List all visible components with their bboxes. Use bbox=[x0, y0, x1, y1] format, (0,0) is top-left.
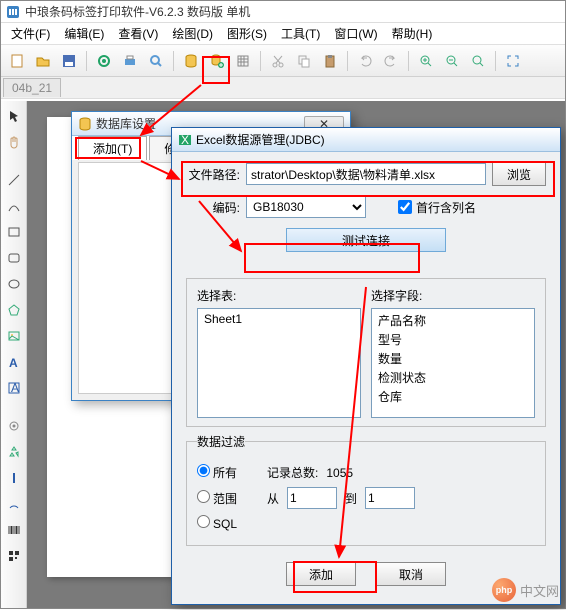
app-icon bbox=[5, 4, 21, 20]
open-icon[interactable] bbox=[31, 49, 55, 73]
pointer-icon[interactable] bbox=[3, 105, 25, 127]
menu-file[interactable]: 文件(F) bbox=[5, 23, 56, 44]
db-icon bbox=[78, 117, 92, 131]
fullscreen-icon[interactable] bbox=[501, 49, 525, 73]
path-input[interactable] bbox=[246, 163, 486, 185]
first-row-checkbox[interactable]: 首行含列名 bbox=[398, 199, 476, 216]
main-toolbar bbox=[1, 45, 565, 77]
svg-text:X: X bbox=[181, 133, 189, 147]
menu-draw[interactable]: 绘图(D) bbox=[166, 23, 219, 44]
redo-icon[interactable] bbox=[379, 49, 403, 73]
recycle-icon[interactable] bbox=[3, 441, 25, 463]
browse-button[interactable]: 浏览 bbox=[492, 162, 546, 186]
list-item[interactable]: Sheet1 bbox=[200, 311, 358, 327]
curve-icon[interactable] bbox=[3, 195, 25, 217]
dialog-title-bar[interactable]: X Excel数据源管理(JDBC) bbox=[172, 128, 560, 152]
menu-view[interactable]: 查看(V) bbox=[112, 23, 164, 44]
table-listbox[interactable]: Sheet1 bbox=[197, 308, 361, 418]
app-title-bar: 中琅条码标签打印软件-V6.2.3 数码版 单机 bbox=[1, 1, 565, 23]
vline-icon[interactable] bbox=[3, 467, 25, 489]
zoom-out-icon[interactable] bbox=[440, 49, 464, 73]
svg-text:A: A bbox=[11, 381, 19, 395]
encoding-select[interactable]: GB18030 bbox=[246, 196, 366, 218]
dialog-title: 数据库设置 bbox=[96, 115, 156, 132]
list-item[interactable]: 仓库 bbox=[374, 387, 532, 406]
svg-text:A: A bbox=[9, 356, 18, 369]
table-field-selector: 选择表: Sheet1 选择字段: 产品名称 型号 数量 检测状态 仓库 bbox=[186, 278, 546, 427]
roundrect-icon[interactable] bbox=[3, 247, 25, 269]
qrcode-icon[interactable] bbox=[3, 545, 25, 567]
from-label: 从 bbox=[267, 490, 279, 507]
paste-icon[interactable] bbox=[318, 49, 342, 73]
polygon-icon[interactable] bbox=[3, 299, 25, 321]
encoding-label: 编码: bbox=[186, 199, 240, 216]
zoom-in-icon[interactable] bbox=[414, 49, 438, 73]
ellipse-icon[interactable] bbox=[3, 273, 25, 295]
menu-help[interactable]: 帮助(H) bbox=[386, 23, 439, 44]
path-label: 文件路径: bbox=[186, 166, 240, 183]
select-table-label: 选择表: bbox=[197, 287, 361, 304]
list-item[interactable]: 检测状态 bbox=[374, 368, 532, 387]
watermark-text: 中文网 bbox=[520, 581, 559, 600]
grid-icon[interactable] bbox=[231, 49, 255, 73]
menu-window[interactable]: 窗口(W) bbox=[328, 23, 383, 44]
tab-add[interactable]: 添加(T) bbox=[78, 136, 147, 160]
select-fields-label: 选择字段: bbox=[371, 287, 535, 304]
hand-icon[interactable] bbox=[3, 131, 25, 153]
save-icon[interactable] bbox=[57, 49, 81, 73]
watermark-logo: php bbox=[492, 578, 516, 602]
image-icon[interactable] bbox=[3, 325, 25, 347]
db-add-icon[interactable] bbox=[205, 49, 229, 73]
menu-shape[interactable]: 图形(S) bbox=[221, 23, 273, 44]
side-toolbar: A A bbox=[1, 101, 27, 608]
watermark: php 中文网 bbox=[492, 578, 559, 602]
rect-icon[interactable] bbox=[3, 221, 25, 243]
filter-legend: 数据过滤 bbox=[197, 433, 245, 450]
data-filter-group: 数据过滤 所有 记录总数: 1055 范围 从 到 SQL bbox=[186, 433, 546, 546]
list-item[interactable]: 数量 bbox=[374, 349, 532, 368]
preview-icon[interactable] bbox=[144, 49, 168, 73]
total-value: 1055 bbox=[326, 466, 353, 480]
settings-icon[interactable] bbox=[92, 49, 116, 73]
doc-tab[interactable]: 04b_21 bbox=[3, 78, 61, 97]
dialog-title: Excel数据源管理(JDBC) bbox=[196, 131, 325, 148]
gear-icon[interactable] bbox=[3, 415, 25, 437]
text-icon[interactable]: A bbox=[3, 351, 25, 373]
excel-icon: X bbox=[178, 133, 192, 147]
undo-icon[interactable] bbox=[353, 49, 377, 73]
print-icon[interactable] bbox=[118, 49, 142, 73]
menu-edit[interactable]: 编辑(E) bbox=[58, 23, 110, 44]
list-item[interactable]: 产品名称 bbox=[374, 311, 532, 330]
arc-icon[interactable] bbox=[3, 493, 25, 515]
cut-icon[interactable] bbox=[266, 49, 290, 73]
document-tabs: 04b_21 bbox=[1, 77, 565, 99]
zoom-fit-icon[interactable] bbox=[466, 49, 490, 73]
cancel-button[interactable]: 取消 bbox=[376, 562, 446, 586]
test-connection-button[interactable]: 测试连接 bbox=[286, 228, 446, 252]
menu-tool[interactable]: 工具(T) bbox=[275, 23, 326, 44]
excel-jdbc-dialog: X Excel数据源管理(JDBC) 文件路径: 浏览 编码: GB18030 … bbox=[171, 127, 561, 605]
total-label: 记录总数: bbox=[267, 464, 318, 481]
add-button[interactable]: 添加 bbox=[286, 562, 356, 586]
menu-bar: 文件(F) 编辑(E) 查看(V) 绘图(D) 图形(S) 工具(T) 窗口(W… bbox=[1, 23, 565, 45]
radio-sql[interactable]: SQL bbox=[197, 515, 237, 531]
to-input[interactable] bbox=[365, 487, 415, 509]
copy-icon[interactable] bbox=[292, 49, 316, 73]
radio-range[interactable]: 范围 bbox=[197, 490, 237, 507]
barcode-icon[interactable] bbox=[3, 519, 25, 541]
fields-listbox[interactable]: 产品名称 型号 数量 检测状态 仓库 bbox=[371, 308, 535, 418]
app-title: 中琅条码标签打印软件-V6.2.3 数码版 单机 bbox=[25, 3, 561, 20]
line-icon[interactable] bbox=[3, 169, 25, 191]
list-item[interactable]: 型号 bbox=[374, 330, 532, 349]
database-icon[interactable] bbox=[179, 49, 203, 73]
radio-all[interactable]: 所有 bbox=[197, 464, 237, 481]
richtext-icon[interactable]: A bbox=[3, 377, 25, 399]
from-input[interactable] bbox=[287, 487, 337, 509]
to-label: 到 bbox=[345, 490, 357, 507]
new-icon[interactable] bbox=[5, 49, 29, 73]
